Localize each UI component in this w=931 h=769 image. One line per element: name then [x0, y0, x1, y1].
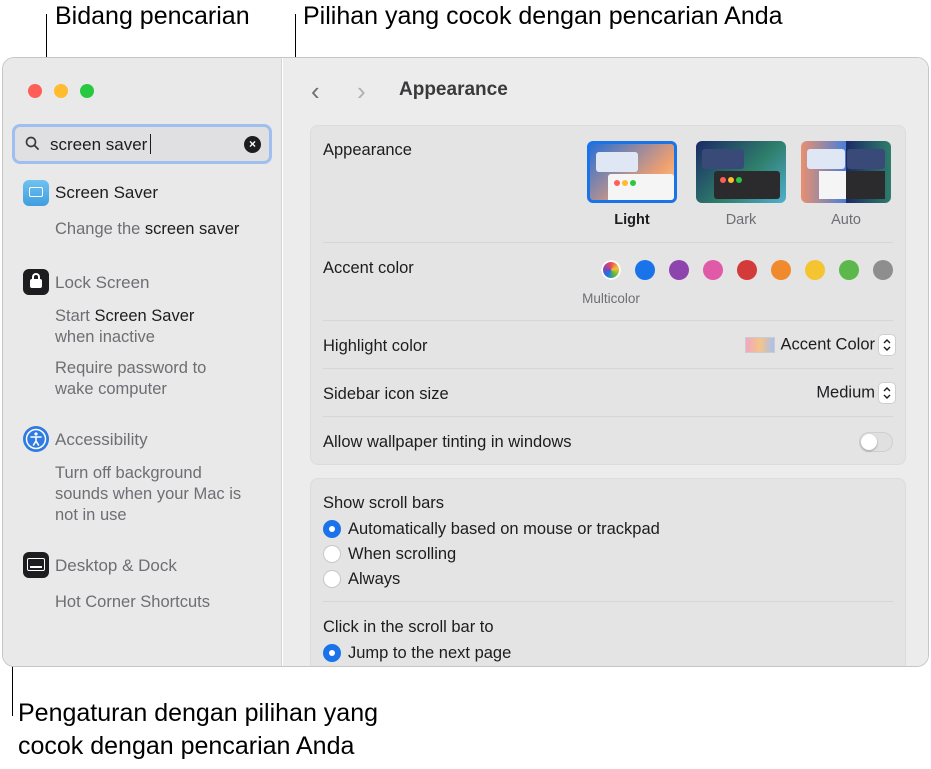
radio-always-label[interactable]: Always	[348, 570, 400, 589]
accent-swatch-green[interactable]	[839, 260, 859, 280]
chevron-updown-icon	[879, 383, 895, 403]
result-text: wake computer	[55, 380, 167, 398]
toolbar: ‹ › Appearance	[283, 58, 928, 122]
close-button[interactable]	[28, 84, 42, 98]
radio-automatically-label[interactable]: Automatically based on mouse or trackpad	[348, 520, 660, 539]
accent-swatch-purple[interactable]	[669, 260, 689, 280]
sidebar-item-lock-screen[interactable]: Lock Screen	[55, 273, 150, 293]
show-scroll-bars-label: Show scroll bars	[323, 494, 445, 512]
accent-swatch-yellow[interactable]	[805, 260, 825, 280]
search-input[interactable]: screen saver	[50, 135, 147, 155]
result-text: when inactive	[55, 328, 155, 346]
sidebar-icon-size-value: Medium	[816, 383, 875, 402]
accent-swatch-pink[interactable]	[703, 260, 723, 280]
clear-search-icon[interactable]: ×	[244, 136, 261, 153]
highlight-color-value: Accent Color	[780, 335, 875, 354]
scroll-bars-group: Show scroll bars Automatically based on …	[310, 478, 906, 666]
divider	[323, 601, 893, 602]
main-content: ‹ › Appearance Appearance Light Dark Aut…	[283, 58, 928, 666]
sidebar-item-accessibility[interactable]: Accessibility	[55, 430, 148, 450]
accent-color-label: Accent color	[323, 259, 414, 277]
accessibility-icon	[23, 426, 49, 452]
chevron-updown-icon	[879, 335, 895, 355]
callout-search-field: Bidang pencarian	[55, 2, 250, 30]
accent-swatch-blue[interactable]	[635, 260, 655, 280]
accent-swatch-red[interactable]	[737, 260, 757, 280]
callout-matching-options: Pilihan yang cocok dengan pencarian Anda	[303, 2, 783, 30]
click-scroll-bar-label: Click in the scroll bar to	[323, 618, 494, 636]
radio-when-scrolling-label[interactable]: When scrolling	[348, 545, 456, 564]
search-icon	[25, 136, 39, 150]
sidebar-icon-size-label: Sidebar icon size	[323, 385, 449, 403]
result-text: Start	[55, 307, 95, 325]
result-highlight: screen saver	[144, 220, 240, 238]
lock-icon	[23, 269, 49, 295]
callout-settings-line1: Pengaturan dengan pilihan yang	[18, 699, 379, 727]
settings-window: screen saver × Screen Saver Change the s…	[2, 57, 929, 667]
result-text: Turn off background	[55, 464, 202, 482]
back-button[interactable]: ‹	[311, 78, 320, 104]
search-result-require-password[interactable]: Require password to wake computer	[55, 358, 206, 400]
minimize-button[interactable]	[54, 84, 68, 98]
highlight-color-label: Highlight color	[323, 337, 428, 355]
search-result-change-screen-saver[interactable]: Change the screen saver	[55, 219, 239, 240]
accent-selected-label: Multicolor	[582, 291, 640, 306]
theme-dark-thumbnail[interactable]	[696, 141, 786, 203]
appearance-label: Appearance	[323, 141, 412, 159]
desktop-dock-icon	[23, 552, 49, 578]
radio-always[interactable]	[323, 570, 341, 588]
wallpaper-tinting-label: Allow wallpaper tinting in windows	[323, 433, 572, 451]
callout-settings-line2: cocok dengan pencarian Anda	[18, 732, 355, 760]
search-result-hot-corner[interactable]: Hot Corner Shortcuts	[55, 592, 210, 613]
theme-dark-label[interactable]: Dark	[696, 212, 786, 228]
result-text: Hot Corner Shortcuts	[55, 593, 210, 611]
appearance-group: Appearance Light Dark Auto Accent color …	[310, 125, 906, 465]
accent-swatch-graphite[interactable]	[873, 260, 893, 280]
screen-saver-icon	[23, 180, 49, 206]
divider	[323, 416, 893, 417]
zoom-button[interactable]	[80, 84, 94, 98]
search-result-background-sounds[interactable]: Turn off background sounds when your Mac…	[55, 463, 241, 526]
highlight-color-popup[interactable]: Accent Color	[744, 335, 895, 355]
divider	[323, 320, 893, 321]
theme-auto-thumbnail[interactable]	[801, 141, 891, 203]
sidebar-item-desktop-dock[interactable]: Desktop & Dock	[55, 556, 177, 576]
text-cursor	[150, 134, 151, 154]
result-text: Require password to	[55, 359, 207, 377]
sidebar: screen saver × Screen Saver Change the s…	[3, 58, 282, 666]
result-text: Change the	[55, 220, 145, 238]
search-field[interactable]: screen saver ×	[12, 124, 272, 164]
wallpaper-tinting-toggle[interactable]	[859, 432, 893, 452]
theme-light-label[interactable]: Light	[587, 212, 677, 228]
page-title: Appearance	[399, 79, 508, 100]
accent-swatch-multicolor[interactable]	[601, 260, 621, 280]
sidebar-item-screen-saver[interactable]: Screen Saver	[55, 183, 158, 203]
result-text: sounds when your Mac is	[55, 485, 242, 503]
theme-light-thumbnail[interactable]	[587, 141, 677, 203]
radio-automatically[interactable]	[323, 520, 341, 538]
search-result-start-screen-saver[interactable]: Start Screen Saver when inactive	[55, 306, 194, 348]
sidebar-icon-size-popup[interactable]: Medium	[816, 383, 895, 403]
divider	[323, 368, 893, 369]
result-highlight: Screen Saver	[94, 307, 195, 325]
radio-jump-next-page[interactable]	[323, 644, 341, 662]
forward-button[interactable]: ›	[357, 78, 366, 104]
radio-jump-next-page-label[interactable]: Jump to the next page	[348, 644, 511, 663]
accent-swatch-orange[interactable]	[771, 260, 791, 280]
divider	[323, 242, 893, 243]
theme-auto-label[interactable]: Auto	[801, 212, 891, 228]
radio-when-scrolling[interactable]	[323, 545, 341, 563]
highlight-preview-swatch	[744, 337, 775, 353]
result-text: not in use	[55, 506, 127, 524]
